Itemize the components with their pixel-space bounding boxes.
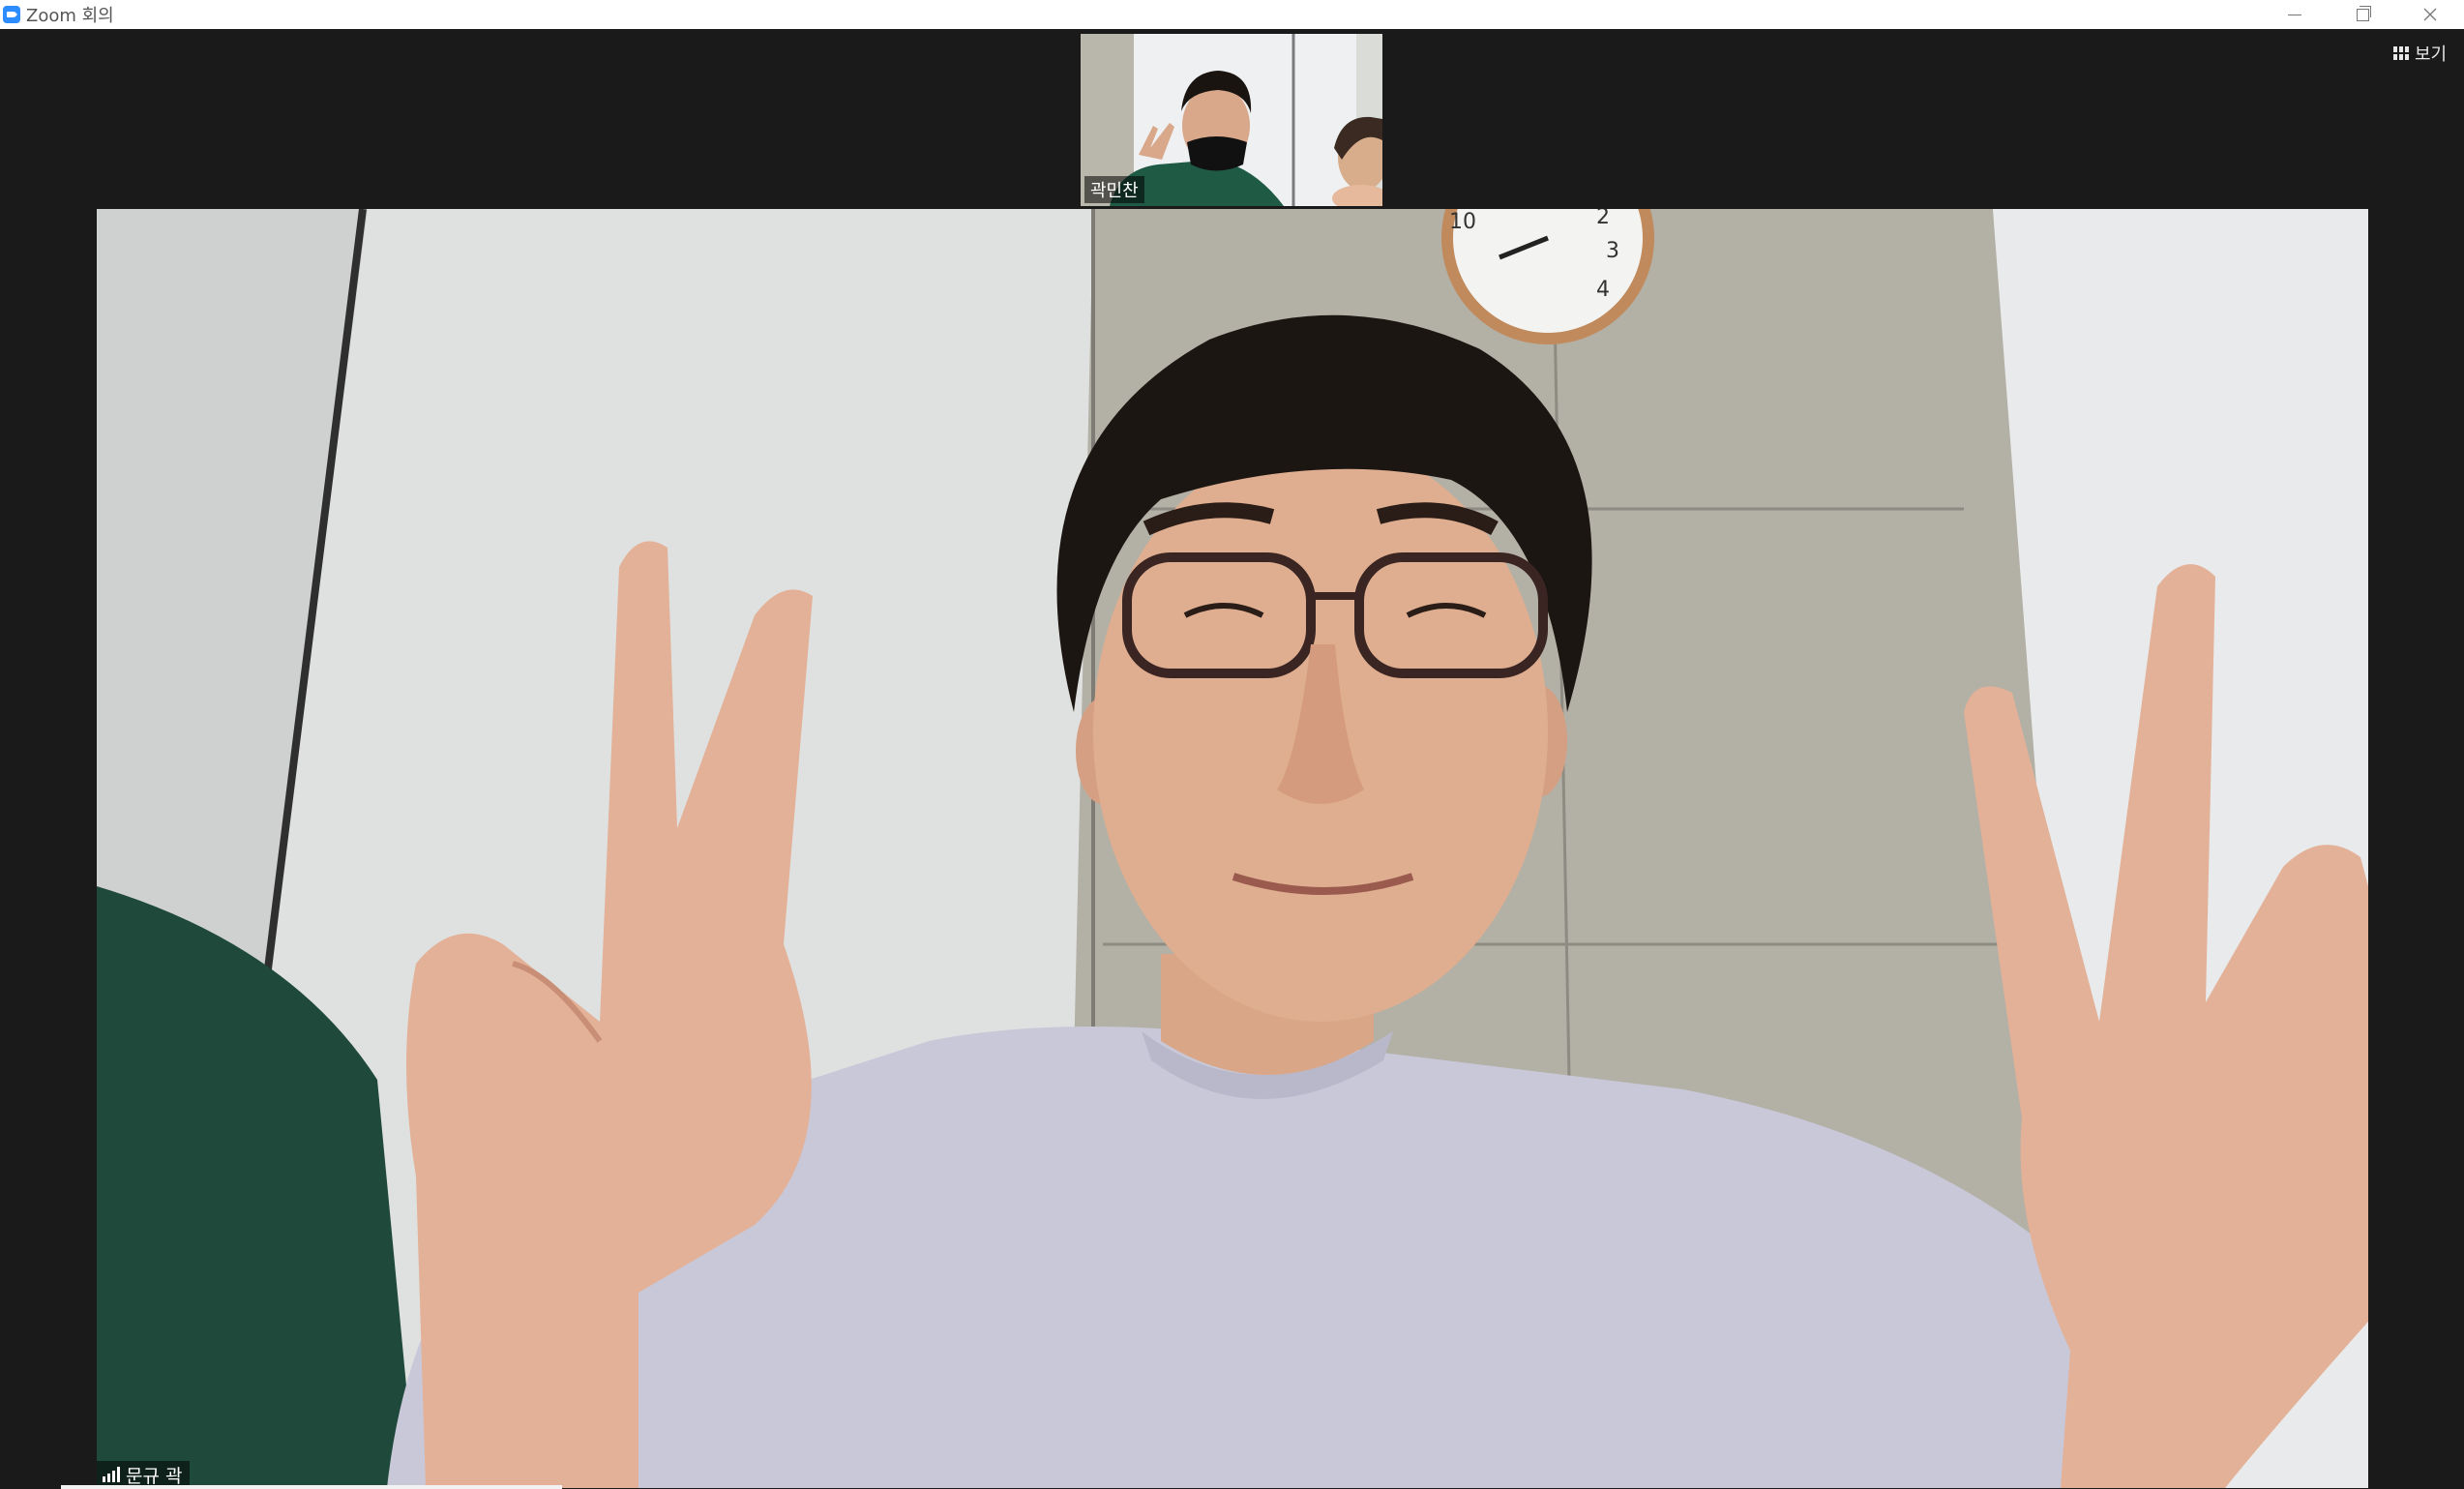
active-speaker-name: 문규 곽 [126, 1465, 183, 1487]
grid-icon [2393, 46, 2409, 60]
active-speaker-name-tag: 문규 곽 [97, 1461, 191, 1488]
bottom-edge-bar [61, 1485, 562, 1489]
signal-strength-icon [103, 1467, 120, 1482]
svg-text:3: 3 [1606, 239, 1619, 263]
active-speaker-video[interactable]: 10 2 3 4 문규 곽 [97, 209, 2368, 1488]
minimize-button[interactable] [2261, 0, 2329, 29]
svg-text:4: 4 [1596, 278, 1610, 302]
participant-thumbnail[interactable]: 곽민찬 [1081, 34, 1382, 206]
title-bar: Zoom 회의 [0, 0, 2464, 29]
window-controls [2261, 0, 2464, 29]
window-title: Zoom 회의 [26, 6, 114, 26]
thumbnail-participant-name: 곽민찬 [1084, 176, 1144, 203]
view-button[interactable]: 보기 [2384, 39, 2457, 68]
view-button-label: 보기 [2415, 45, 2448, 65]
close-button[interactable] [2396, 0, 2464, 29]
svg-text:10: 10 [1449, 210, 1476, 234]
restore-icon [2356, 5, 2371, 21]
active-speaker-video-image: 10 2 3 4 [97, 209, 2368, 1488]
restore-button[interactable] [2329, 0, 2396, 29]
svg-text:2: 2 [1596, 209, 1610, 229]
zoom-logo-icon [3, 6, 20, 23]
close-icon [2423, 8, 2437, 21]
